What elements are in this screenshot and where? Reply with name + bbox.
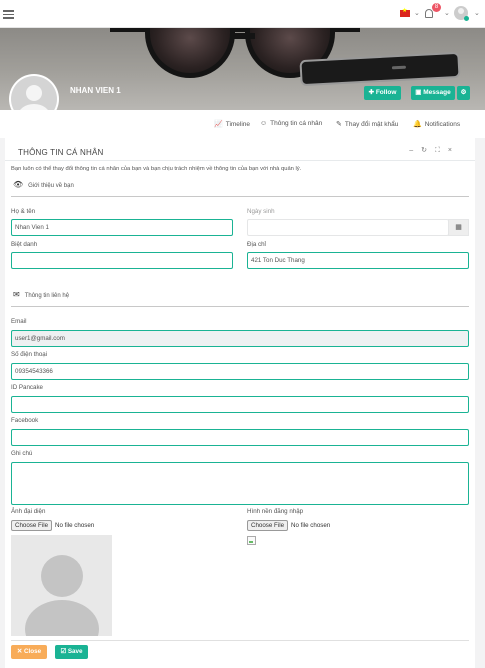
email-input[interactable]: user1@gmail.com <box>11 330 469 347</box>
login-bg-file-input[interactable]: Choose File No file chosen <box>247 520 330 531</box>
choose-file-button[interactable]: Choose File <box>11 520 53 531</box>
settings-button[interactable]: ⚙ <box>457 86 470 100</box>
chart-line-icon: 📈 <box>214 121 223 128</box>
eye-icon: 👁 <box>13 180 24 189</box>
section-intro-header: 👁 Giới thiệu về bạn <box>13 180 74 189</box>
calendar-icon[interactable]: ▦ <box>448 219 469 236</box>
section-contact-header: ✉ Thông tin liên hệ <box>13 290 70 299</box>
pancake-label: ID Pancake <box>11 384 43 391</box>
profile-tabs: 📈 Timeline ☺ Thông tin cá nhân ✎ Thay đổi m… <box>0 110 485 138</box>
edit-icon: ✎ <box>336 121 342 128</box>
card-title: THÔNG TIN CÁ NHÂN <box>18 148 104 157</box>
save-icon: ☑ <box>60 648 67 655</box>
notification-bell-icon[interactable] <box>425 9 433 18</box>
user-icon: ☺ <box>260 120 268 127</box>
card-tools: –↻⛶× <box>409 146 460 155</box>
profile-name: NHAN VIEN 1 <box>70 86 121 95</box>
tab-notifications[interactable]: 🔔 Notifications <box>413 120 460 128</box>
fullname-label: Họ & tên <box>11 208 36 215</box>
chevron-down-icon[interactable]: ⌄ <box>474 9 480 17</box>
choose-file-button[interactable]: Choose File <box>247 520 289 531</box>
close-button[interactable]: ✕ Close <box>11 645 47 659</box>
envelope-icon: ✉ <box>13 290 20 299</box>
avatar-label: Ảnh đại diện <box>11 508 46 515</box>
pancake-input[interactable] <box>11 396 469 413</box>
plus-icon: ✚ <box>368 89 375 96</box>
login-bg-label: Hình nền đăng nhập <box>247 508 304 515</box>
broken-image-icon <box>247 536 256 545</box>
message-button[interactable]: ▣ Message <box>411 86 455 100</box>
dob-input[interactable] <box>247 219 449 236</box>
note-label: Ghi chú <box>11 450 33 457</box>
facebook-label: Facebook <box>11 417 39 424</box>
refresh-icon[interactable]: ↻ <box>421 147 435 154</box>
address-label: Địa chỉ <box>247 241 266 248</box>
follow-button[interactable]: ✚ Follow <box>364 86 401 100</box>
note-textarea[interactable] <box>11 462 469 505</box>
facebook-input[interactable] <box>11 429 469 446</box>
bell-icon: 🔔 <box>413 121 422 128</box>
language-flag-icon[interactable] <box>400 7 410 17</box>
tab-change-password[interactable]: ✎ Thay đổi mật khẩu <box>336 120 398 128</box>
close-icon: ✕ <box>16 648 23 655</box>
close-icon[interactable]: × <box>448 147 460 154</box>
phone-input[interactable]: 09354543366 <box>11 363 469 380</box>
notification-badge: 8 <box>432 3 441 12</box>
email-label: Email <box>11 318 27 325</box>
hamburger-menu-icon[interactable] <box>3 10 14 19</box>
tab-personal-info[interactable]: ☺ Thông tin cá nhân <box>260 120 322 127</box>
avatar-preview-image <box>11 535 112 636</box>
chevron-down-icon[interactable]: ⌄ <box>444 9 450 17</box>
avatar-file-input[interactable]: Choose File No file chosen <box>11 520 94 531</box>
message-icon: ▣ <box>415 89 422 96</box>
gear-icon: ⚙ <box>460 89 467 96</box>
top-navbar: ⌄ 8 ⌄ ⌄ <box>0 0 485 28</box>
nickname-input[interactable] <box>11 252 233 269</box>
online-status-dot <box>464 16 469 21</box>
address-input[interactable]: 421 Ton Duc Thang <box>247 252 469 269</box>
chevron-down-icon[interactable]: ⌄ <box>414 9 420 17</box>
personal-info-card: THÔNG TIN CÁ NHÂN –↻⛶× Bạn luôn có thể t… <box>5 138 475 668</box>
fullname-input[interactable]: Nhan Vien 1 <box>11 219 233 236</box>
save-button[interactable]: ☑ Save <box>55 645 88 659</box>
tab-timeline[interactable]: 📈 Timeline <box>214 120 250 128</box>
dob-label: Ngày sinh <box>247 208 275 215</box>
card-description: Bạn luôn có thể thay đổi thông tin cá nh… <box>11 166 302 172</box>
minimize-icon[interactable]: – <box>409 147 421 154</box>
nickname-label: Biệt danh <box>11 241 38 248</box>
expand-icon[interactable]: ⛶ <box>435 147 448 154</box>
phone-label: Số điện thoại <box>11 351 48 358</box>
